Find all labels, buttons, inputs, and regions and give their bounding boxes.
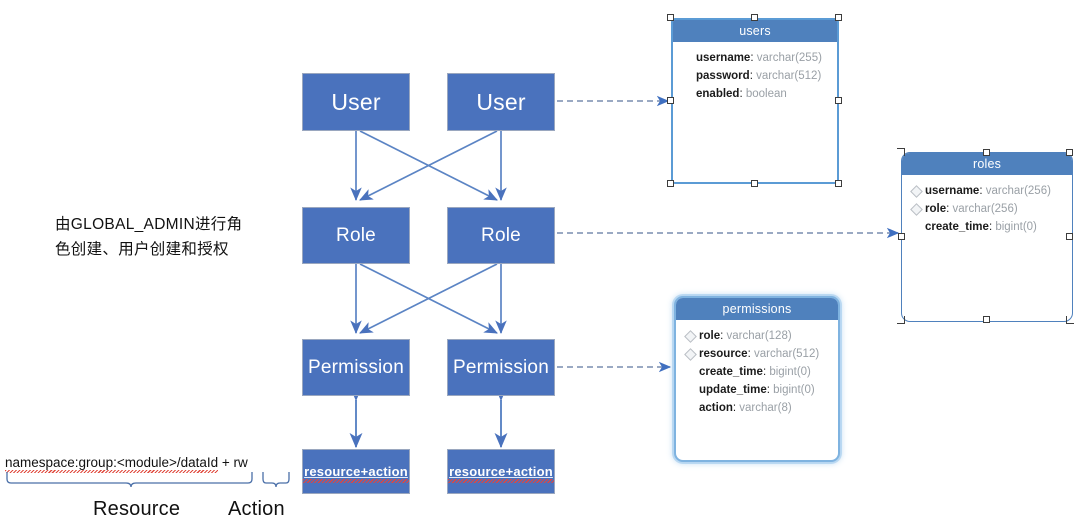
- table-row: role: varchar(128): [676, 327, 838, 345]
- table-columns: role: varchar(128) resource: varchar(512…: [676, 320, 838, 417]
- table-row: username: varchar(255): [696, 52, 822, 64]
- column-name: role: [925, 203, 947, 215]
- column-name: update_time: [699, 384, 767, 396]
- table-card-permissions[interactable]: permissions role: varchar(128) resource:…: [674, 296, 840, 462]
- table-row: username: varchar(256): [902, 182, 1072, 200]
- column-name: username: [696, 52, 751, 64]
- resize-handle-top-right[interactable]: [1066, 149, 1073, 156]
- column-name: create_time: [925, 221, 989, 233]
- column-type: varchar(255): [756, 52, 822, 64]
- column-type: varchar(512): [753, 348, 820, 360]
- table-title: users: [673, 20, 837, 42]
- resize-handle-top-left[interactable]: [667, 14, 674, 21]
- node-permission-left[interactable]: Permission: [302, 339, 410, 396]
- diagram-canvas: User Role Permission resource+action Use…: [0, 0, 1080, 531]
- table-title: roles: [902, 153, 1072, 175]
- node-label: Role: [481, 224, 521, 246]
- column-type: bigint(0): [995, 221, 1037, 233]
- resize-handle-bottom-right[interactable]: [1066, 316, 1074, 324]
- table-row: password: varchar(512): [696, 70, 822, 82]
- column-name: create_time: [699, 366, 763, 378]
- table-columns: username: varchar(255) password: varchar…: [673, 42, 837, 103]
- primary-key-icon: [684, 329, 697, 343]
- column-type: boolean: [745, 88, 787, 100]
- column-type: bigint(0): [773, 384, 815, 396]
- column-name: password: [696, 70, 750, 82]
- brace-label-resource: Resource: [93, 498, 181, 520]
- table-row: role: varchar(256): [902, 200, 1072, 218]
- node-user-right[interactable]: User: [447, 73, 555, 131]
- primary-key-icon: [910, 202, 923, 216]
- resize-handle-middle-left[interactable]: [667, 97, 674, 104]
- resize-handle-bottom-center[interactable]: [983, 316, 990, 323]
- node-label: User: [331, 88, 381, 115]
- table-card-roles[interactable]: roles username: varchar(256) role: varch…: [901, 152, 1073, 322]
- column-type: varchar(256): [985, 185, 1051, 197]
- resize-handle-bottom-left[interactable]: [897, 316, 905, 324]
- primary-key-icon: [910, 184, 923, 198]
- node-permission-right[interactable]: Permission: [447, 339, 555, 396]
- node-user-left[interactable]: User: [302, 73, 410, 131]
- table-row: create_time: bigint(0): [925, 221, 1037, 233]
- column-name: enabled: [696, 88, 740, 100]
- primary-key-icon: [684, 347, 697, 361]
- node-label: Role: [336, 224, 376, 246]
- spellcheck-squiggle-icon: [448, 479, 554, 483]
- node-role-right[interactable]: Role: [447, 207, 555, 264]
- node-label: Permission: [308, 356, 404, 378]
- table-row: update_time: bigint(0): [699, 384, 815, 396]
- table-card-users[interactable]: users username: varchar(255) password: v…: [671, 18, 839, 184]
- column-name: resource: [699, 348, 748, 360]
- node-resource-action-left[interactable]: resource+action: [302, 449, 410, 494]
- table-row: enabled: boolean: [696, 88, 787, 100]
- resize-handle-bottom-center[interactable]: [751, 180, 758, 187]
- resize-handle-middle-right[interactable]: [835, 97, 842, 104]
- spellcheck-squiggle-icon: [303, 479, 409, 483]
- column-name: action: [699, 402, 733, 414]
- resize-handle-top-right[interactable]: [835, 14, 842, 21]
- brace-layer: [6, 472, 290, 488]
- column-name: username: [925, 185, 980, 197]
- resize-handle-top-center[interactable]: [983, 149, 990, 156]
- table-row: action: varchar(8): [699, 402, 792, 414]
- node-label: Permission: [453, 356, 549, 378]
- table-columns: username: varchar(256) role: varchar(256…: [902, 175, 1072, 236]
- node-label: resource+action: [304, 464, 408, 479]
- column-type: varchar(128): [726, 330, 792, 342]
- node-resource-action-right[interactable]: resource+action: [447, 449, 555, 494]
- column-type: varchar(8): [739, 402, 792, 414]
- node-label: User: [476, 88, 526, 115]
- resize-handle-top-left[interactable]: [897, 148, 905, 156]
- resize-handle-top-center[interactable]: [751, 14, 758, 21]
- column-name: role: [699, 330, 721, 342]
- table-row: create_time: bigint(0): [699, 366, 811, 378]
- table-row: resource: varchar(512): [676, 345, 838, 363]
- column-type: varchar(256): [952, 203, 1018, 215]
- node-label: resource+action: [449, 464, 553, 479]
- column-type: varchar(512): [756, 70, 822, 82]
- resize-handle-middle-right[interactable]: [1066, 233, 1073, 240]
- node-role-left[interactable]: Role: [302, 207, 410, 264]
- resize-handle-bottom-right[interactable]: [835, 180, 842, 187]
- resize-handle-middle-left[interactable]: [898, 233, 905, 240]
- resize-handle-bottom-left[interactable]: [667, 180, 674, 187]
- table-title: permissions: [676, 298, 838, 320]
- admin-note: 由GLOBAL_ADMIN进行角 色创建、用户创建和授权: [55, 216, 243, 258]
- column-type: bigint(0): [769, 366, 811, 378]
- brace-label-action: Action: [228, 498, 285, 520]
